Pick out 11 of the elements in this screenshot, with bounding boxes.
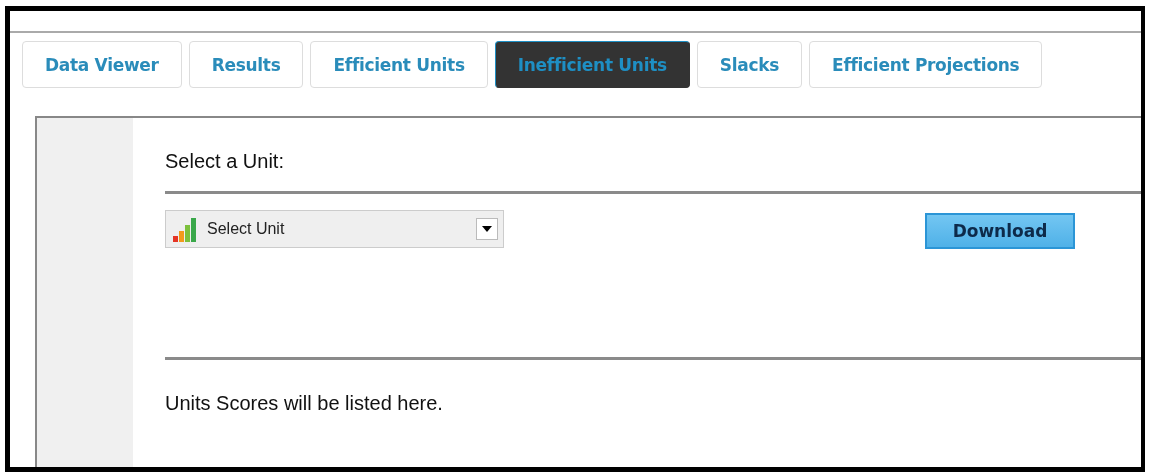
placeholder-message: Units Scores will be listed here. <box>165 392 443 415</box>
tab[interactable]: Efficient Projections <box>809 41 1043 88</box>
tab[interactable]: Slacks <box>696 41 803 88</box>
section-heading: Select a Unit: <box>165 150 284 173</box>
tab[interactable]: Efficient Units <box>310 41 488 88</box>
unit-dropdown[interactable]: Select Unit <box>165 210 504 248</box>
download-button[interactable]: Download <box>925 213 1075 249</box>
dropdown-value: Select Unit <box>207 220 286 238</box>
tab[interactable]: Data Viewer <box>22 41 182 88</box>
tab[interactable]: Results <box>188 41 304 88</box>
tab[interactable]: Inefficient Units <box>494 41 690 88</box>
